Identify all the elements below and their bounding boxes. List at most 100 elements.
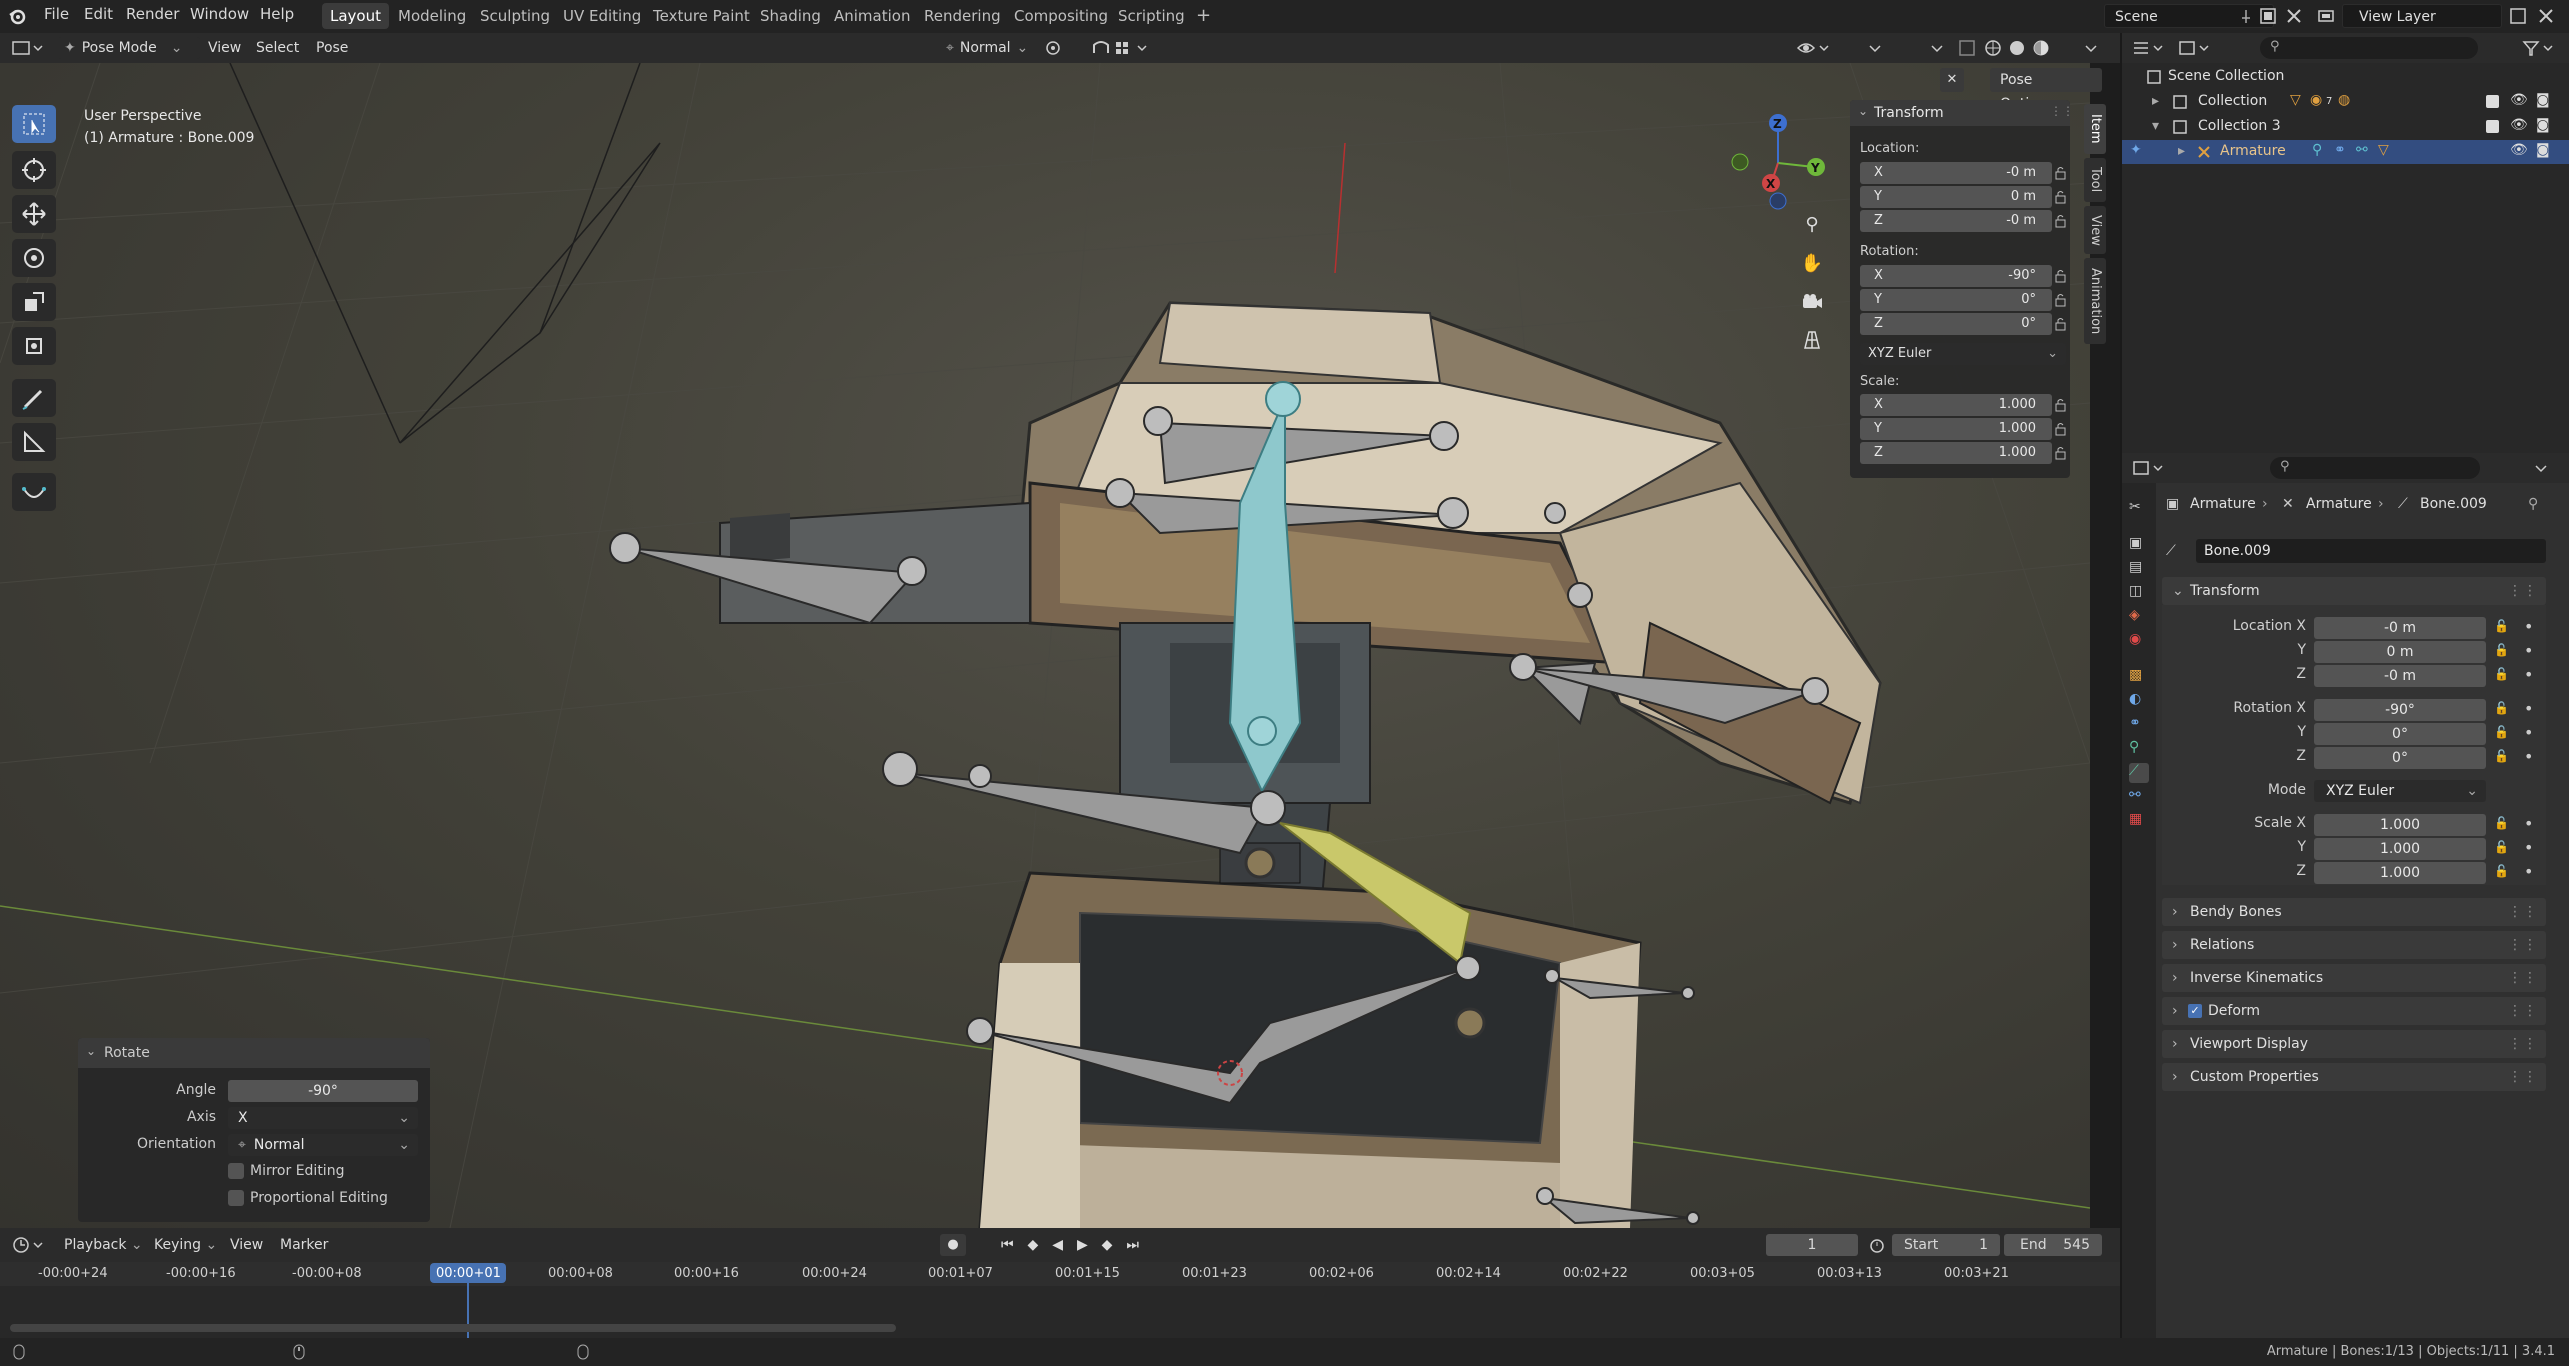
properties-editor-icon[interactable] [2132,459,2166,477]
pose-mode-indicator-icon[interactable]: ✦ [2130,142,2142,158]
rotation-z-field[interactable]: Z 0° [1860,313,2052,335]
render-settings-icon[interactable]: ▣ [2129,535,2149,555]
snap-icon[interactable] [1090,39,1112,57]
lock-icon[interactable]: 🔓 [2494,816,2509,830]
panel-relations[interactable]: › Relations ⋮⋮ [2162,931,2546,959]
prop-rotation-x-field[interactable]: -90° [2314,699,2486,721]
menu-playback[interactable]: Playback ⌄ [58,1234,149,1256]
orientation-dropdown[interactable]: ⌖ Normal ⌄ [228,1134,418,1156]
lock-icon[interactable]: 🔓 [2494,840,2509,854]
jump-end-icon[interactable]: ⏭ [1126,1237,1139,1253]
drag-handle-icon[interactable]: ⋮⋮ [2050,104,2074,118]
camera-render-icon[interactable]: ◙ [2536,142,2550,158]
keyframe-dot-icon[interactable]: • [2524,814,2533,833]
panel-custom-properties[interactable]: › Custom Properties ⋮⋮ [2162,1063,2546,1091]
panel-inverse-kinematics[interactable]: › Inverse Kinematics ⋮⋮ [2162,964,2546,992]
tool-settings-icon[interactable]: ✂ [2129,499,2149,519]
chevron-down-icon[interactable] [2082,39,2100,57]
chevron-down-icon[interactable] [1928,39,1946,57]
output-settings-icon[interactable]: ▤ [2129,559,2149,579]
perspective-toggle-icon[interactable] [1797,325,1827,355]
expand-arrow-icon[interactable]: ▸ [2178,143,2185,159]
camera-render-icon[interactable]: ◙ [2536,117,2550,133]
keyframe-dot-icon[interactable]: • [2524,838,2533,857]
mirror-editing-checkbox[interactable] [228,1163,244,1179]
lock-icon[interactable] [2054,214,2068,228]
menu-edit[interactable]: Edit [84,5,113,23]
bone-constraint-settings-icon[interactable]: ⚯ [2129,787,2149,807]
camera-view-icon[interactable] [1797,287,1827,317]
pose-options-button[interactable]: Pose Options⌄ [1990,68,2102,112]
current-frame-field[interactable]: 1 [1766,1234,1858,1256]
tab-uv-editing[interactable]: UV Editing [555,3,649,29]
tab-view[interactable]: View [2084,206,2106,254]
drag-handle-icon[interactable]: ⋮⋮ [2508,964,2538,992]
panel-viewport-display[interactable]: › Viewport Display ⋮⋮ [2162,1030,2546,1058]
keyframe-dot-icon[interactable]: • [2524,641,2533,660]
keyframe-dot-icon[interactable]: • [2524,723,2533,742]
prop-rotation-y-field[interactable]: 0° [2314,723,2486,745]
annotate-tool[interactable] [12,379,56,417]
rotation-x-field[interactable]: X -90° [1860,265,2052,287]
prev-keyframe-icon[interactable]: ◆ [1028,1237,1039,1253]
outliner-row-collection-3[interactable]: ▾ Collection 3 👁 ◙ [2122,115,2569,139]
delete-scene-icon[interactable] [2284,6,2304,26]
properties-search-input[interactable]: ⚲ [2270,457,2480,479]
panel-deform[interactable]: › ✓ Deform ⋮⋮ [2162,997,2546,1025]
operator-panel-header[interactable]: ⌄ Rotate [78,1038,430,1068]
record-button[interactable]: ● [940,1234,966,1256]
select-box-tool[interactable] [12,105,56,143]
visibility-icon[interactable] [1796,39,1832,57]
cursor-tool[interactable] [12,151,56,189]
prop-location-z-field[interactable]: -0 m [2314,665,2486,687]
outliner-row-scene-collection[interactable]: Scene Collection [2122,65,2569,89]
pivot-point-icon[interactable] [1044,39,1072,57]
eye-icon[interactable]: 👁 [2510,117,2528,133]
pin-icon[interactable] [2238,8,2254,24]
tab-compositing[interactable]: Compositing [1006,3,1116,29]
drag-handle-icon[interactable]: ⋮⋮ [2508,1063,2538,1091]
play-reverse-icon[interactable]: ◀ [1052,1237,1063,1253]
location-y-field[interactable]: Y 0 m [1860,186,2052,208]
material-shading-icon[interactable] [2032,39,2050,57]
tab-scripting[interactable]: Scripting [1110,3,1193,29]
view-layer-selector[interactable]: View Layer [2342,4,2502,28]
keyframe-dot-icon[interactable]: • [2524,747,2533,766]
display-mode-icon[interactable] [2178,39,2212,57]
lock-icon[interactable]: 🔓 [2494,643,2509,657]
modifier-settings-icon[interactable]: ◐ [2129,691,2149,711]
scale-tool[interactable] [12,283,56,321]
menu-file[interactable]: File [44,5,69,23]
view-layer-icon[interactable] [2316,6,2336,26]
menu-marker[interactable]: Marker [274,1234,334,1256]
drag-handle-icon[interactable]: ⋮⋮ [2508,1030,2538,1058]
menu-view[interactable]: View [202,37,247,59]
solid-shading-icon[interactable] [2008,39,2026,57]
outliner-search-input[interactable]: ⚲ [2260,37,2478,59]
expand-arrow-icon[interactable]: ▸ [2152,93,2159,109]
tab-item[interactable]: Item [2084,104,2106,154]
tab-animation[interactable]: Animation [826,3,918,29]
drag-handle-icon[interactable]: ⋮⋮ [2508,997,2538,1025]
pin-icon[interactable]: ⚲ [2528,496,2538,512]
rotation-mode-dropdown[interactable]: XYZ Euler ⌄ [2314,780,2486,802]
prop-scale-y-field[interactable]: 1.000 [2314,838,2486,860]
world-settings-icon[interactable]: ◉ [2129,631,2149,651]
lock-icon[interactable]: 🔓 [2494,864,2509,878]
exclude-checkbox[interactable] [2486,95,2499,108]
chevron-down-icon[interactable] [2532,459,2550,477]
play-icon[interactable]: ▶ [1077,1237,1088,1253]
lock-icon[interactable] [2054,422,2068,436]
exclude-checkbox[interactable] [2486,120,2499,133]
outliner-row-armature[interactable]: ✦ ▸ Armature ⚲ ⚭ ⚯ ▽ 👁 ◙ [2122,140,2569,164]
scene-settings-icon[interactable]: ◈ [2129,607,2149,627]
lock-icon[interactable] [2054,317,2068,331]
filter-icon[interactable] [2522,39,2556,57]
transform-orientation-selector[interactable]: ⌖ Normal ⌄ [940,37,1048,59]
drag-handle-icon[interactable]: ⋮⋮ [2508,577,2538,605]
outliner-row-collection[interactable]: ▸ Collection ▽ ◉ 7 ◍ 👁 ◙ [2122,90,2569,114]
location-z-field[interactable]: Z -0 m [1860,210,2052,232]
eye-icon[interactable]: 👁 [2510,92,2528,108]
tab-texture-paint[interactable]: Texture Paint [645,3,758,29]
tab-rendering[interactable]: Rendering [916,3,1009,29]
